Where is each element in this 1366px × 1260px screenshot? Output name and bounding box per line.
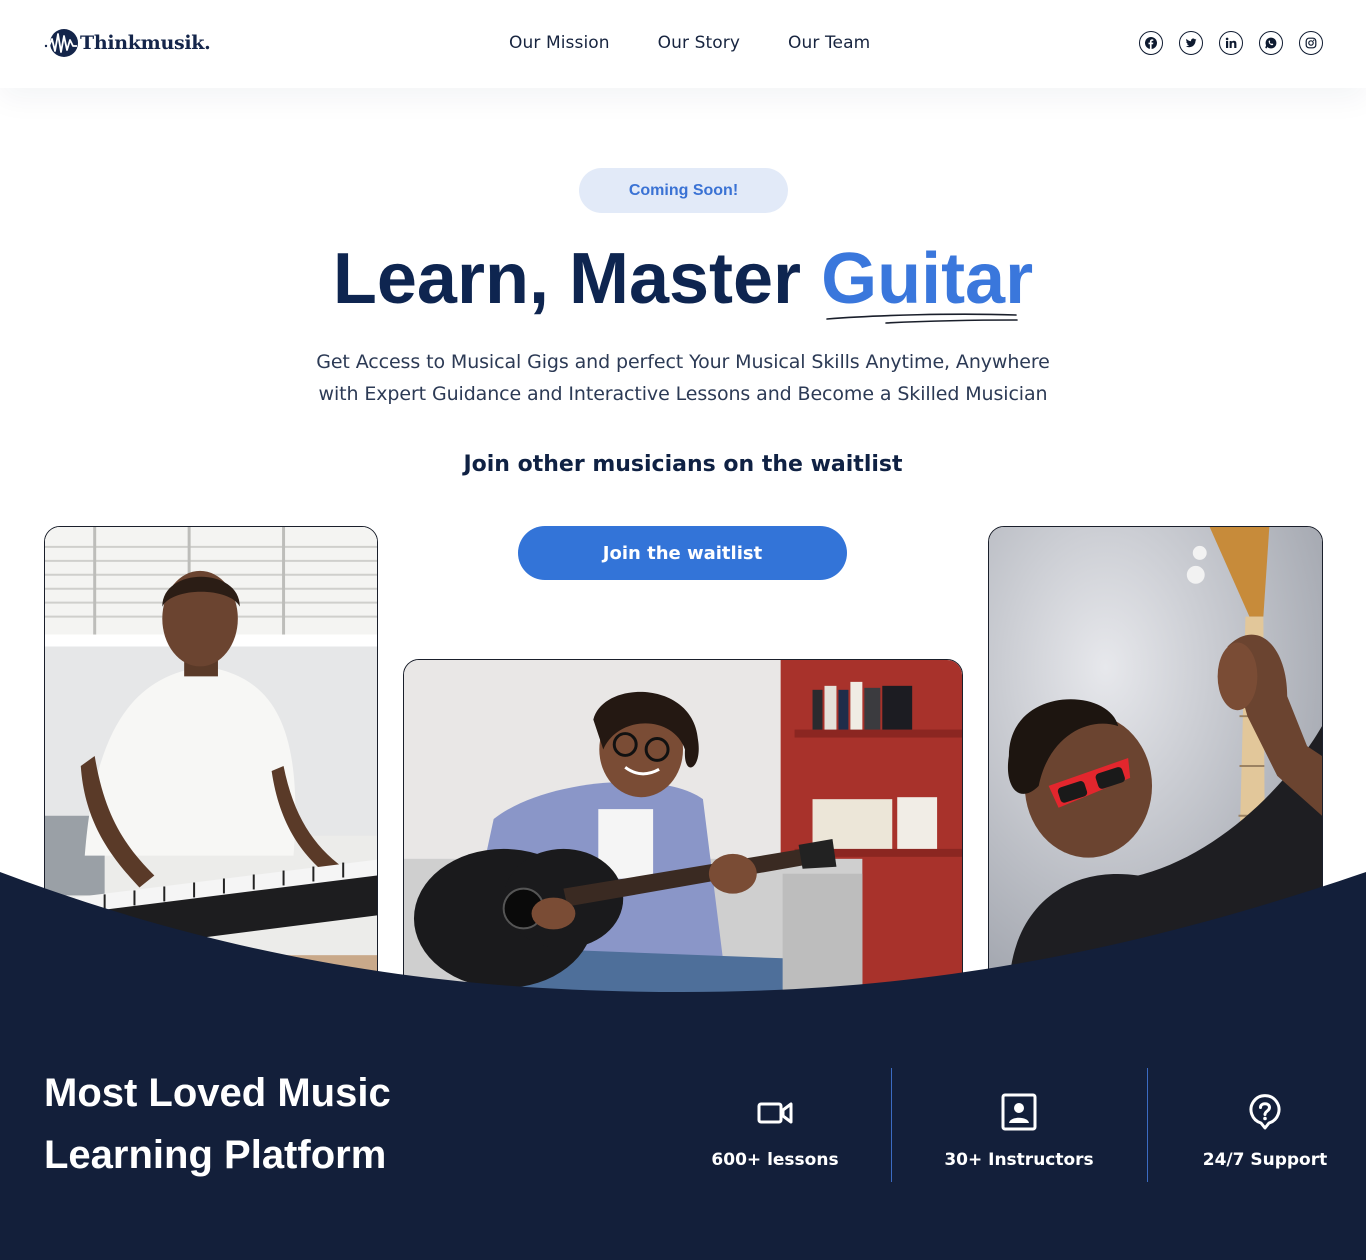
twitter-icon[interactable]: [1179, 31, 1203, 55]
stat-lessons: 600+ lessons: [700, 1068, 850, 1184]
stat-instructors: 30+ Instructors: [940, 1068, 1098, 1184]
support-question-icon: [1249, 1094, 1281, 1130]
stat-divider: [891, 1068, 892, 1182]
logo-wave-icon: [44, 29, 78, 57]
stat-support: 24/7 Support: [1196, 1068, 1334, 1184]
hero-subtitle: Get Access to Musical Gigs and perfect Y…: [283, 346, 1083, 410]
headline-main-text: Learn, Master: [332, 239, 822, 319]
headline-underline-decoration: [826, 313, 1018, 324]
stat-support-label: 24/7 Support: [1202, 1150, 1328, 1170]
main-nav: Our Mission Our Story Our Team: [509, 33, 870, 53]
coming-soon-badge: Coming Soon!: [579, 168, 788, 213]
nav-our-mission[interactable]: Our Mission: [509, 33, 610, 53]
bottom-wave-background: [0, 872, 1366, 1260]
stat-instructors-label: 30+ Instructors: [944, 1150, 1094, 1170]
nav-our-story[interactable]: Our Story: [658, 33, 740, 53]
subtitle-line-1: Get Access to Musical Gigs and perfect Y…: [316, 351, 1050, 373]
waitlist-heading: Join other musicians on the waitlist: [463, 452, 903, 477]
stats-row: 600+ lessons 30+ Instructors 24/7 Suppor…: [0, 1068, 1366, 1184]
whatsapp-icon[interactable]: [1259, 31, 1283, 55]
logo-text: Thinkmusik.: [80, 32, 211, 54]
stat-lessons-label: 600+ lessons: [711, 1150, 839, 1170]
linkedin-icon[interactable]: [1219, 31, 1243, 55]
hero-headline: Learn, Master Guitar: [0, 236, 1366, 322]
instagram-icon[interactable]: [1299, 31, 1323, 55]
social-links: [1139, 31, 1323, 55]
nav-our-team[interactable]: Our Team: [788, 33, 870, 53]
stat-divider: [1147, 1068, 1148, 1182]
video-camera-icon: [757, 1102, 793, 1124]
instructor-icon: [1001, 1093, 1037, 1131]
logo[interactable]: Thinkmusik.: [44, 27, 211, 59]
subtitle-line-2: with Expert Guidance and Interactive Les…: [318, 383, 1048, 405]
facebook-icon[interactable]: [1139, 31, 1163, 55]
join-waitlist-button[interactable]: Join the waitlist: [518, 526, 847, 580]
site-header: Thinkmusik. Our Mission Our Story Our Te…: [0, 0, 1366, 88]
headline-accent-text: Guitar: [821, 239, 1034, 319]
